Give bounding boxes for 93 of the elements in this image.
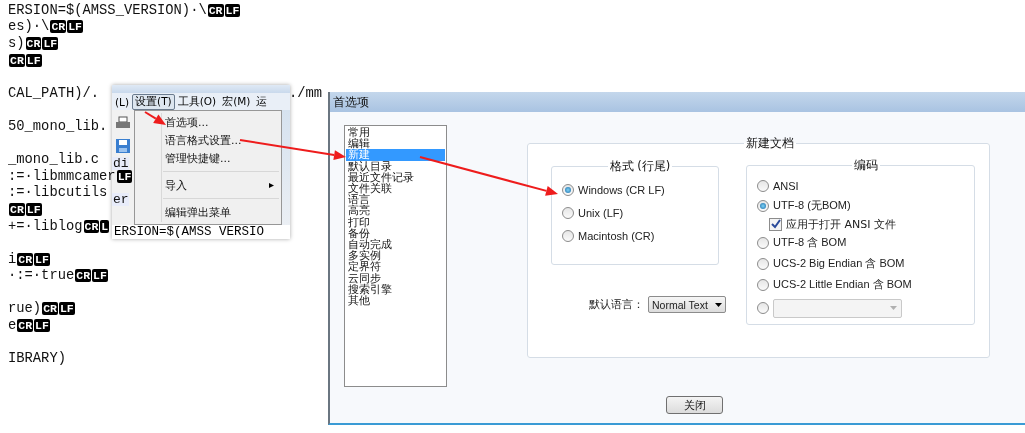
save-icon[interactable] bbox=[115, 138, 131, 154]
line-ending-marker: CR bbox=[42, 302, 58, 316]
line-ending-marker: LF bbox=[25, 53, 42, 67]
line-ending-marker: CR bbox=[83, 219, 100, 233]
category-item[interactable]: 最近文件记录 bbox=[346, 171, 445, 183]
line-ending-marker: CR bbox=[17, 319, 34, 333]
field-label: 默认语言： bbox=[589, 297, 644, 312]
code-text: ERSION=$(AMSS VERSIO bbox=[112, 225, 290, 239]
menu-bar-item[interactable]: 运 bbox=[253, 93, 271, 110]
code-text: +=·liblog bbox=[8, 218, 83, 234]
category-item[interactable]: 备份 bbox=[346, 227, 445, 240]
category-item[interactable]: 其他 bbox=[346, 295, 445, 307]
category-item[interactable]: 语言 bbox=[346, 194, 445, 206]
language-dropdown[interactable]: Normal Text bbox=[648, 296, 726, 313]
line-ending-marker: CR bbox=[9, 202, 25, 216]
category-item[interactable]: 定界符 bbox=[346, 261, 445, 273]
menu-item[interactable]: 导入 bbox=[135, 176, 281, 194]
category-item[interactable]: 多实例 bbox=[346, 250, 445, 262]
checkbox[interactable] bbox=[769, 217, 782, 231]
code-text: :=·libcutils bbox=[8, 185, 108, 201]
code-text: ERSION=$(AMSS_VERSION)·\ bbox=[8, 2, 207, 18]
category-item[interactable]: 打印 bbox=[346, 216, 445, 228]
printer-icon[interactable] bbox=[115, 116, 131, 130]
line-ending-marker: CR bbox=[25, 37, 42, 50]
radio-button[interactable] bbox=[562, 183, 574, 196]
menu-item[interactable]: 首选项... bbox=[135, 113, 281, 131]
line-ending-marker: LF bbox=[67, 20, 84, 34]
line-ending-marker: LF bbox=[42, 37, 59, 50]
radio-button[interactable] bbox=[757, 236, 769, 249]
radio-button[interactable] bbox=[757, 257, 769, 270]
code-text: ./mm bbox=[288, 85, 322, 101]
line-ending-marker: LF bbox=[224, 3, 241, 17]
radio-label: Windows (CR LF) bbox=[578, 183, 665, 196]
dropdown-arrow-icon bbox=[890, 306, 897, 310]
menu-bar-item[interactable]: 工具(O) bbox=[174, 93, 220, 110]
category-item[interactable]: 搜索引擎 bbox=[346, 283, 445, 296]
radio-button[interactable] bbox=[562, 206, 574, 219]
line-ending-marker: LF bbox=[34, 252, 50, 266]
checkbox-label: 应用于打开 ANSI 文件 bbox=[786, 216, 896, 232]
code-text: rue) bbox=[8, 301, 42, 317]
code-text: e bbox=[8, 318, 17, 334]
radio-label: UTF-8 含 BOM bbox=[773, 235, 847, 250]
radio-label: UCS-2 Little Endian 含 BOM bbox=[773, 277, 912, 292]
line-ending-marker: L bbox=[100, 219, 110, 233]
group-title: 格式 (行尾) bbox=[608, 159, 672, 174]
category-item[interactable]: 文件关联 bbox=[346, 183, 445, 195]
group-title: 编码 bbox=[852, 158, 879, 173]
menu-bar-item[interactable]: 宏(M) bbox=[219, 93, 254, 110]
line-ending-marker: LF bbox=[58, 302, 75, 316]
menu-bar-item[interactable]: (L) bbox=[112, 94, 133, 109]
menu-item[interactable]: 语言格式设置... bbox=[135, 131, 281, 149]
menu-bar-item[interactable]: 设置(T) bbox=[132, 93, 175, 110]
radio-button[interactable] bbox=[562, 229, 574, 242]
line-ending-marker: LF bbox=[34, 319, 50, 333]
menu-item[interactable]: 编辑弹出菜单 bbox=[135, 203, 281, 221]
code-text: es)·\ bbox=[8, 19, 50, 35]
line-ending-marker: CR bbox=[17, 252, 34, 266]
code-text: i bbox=[8, 251, 17, 267]
radio-label: Unix (LF) bbox=[578, 206, 624, 219]
code-text: IBRARY) bbox=[8, 351, 66, 367]
radio-label: UCS-2 Big Endian 含 BOM bbox=[773, 256, 905, 271]
close-button[interactable]: 关闭 bbox=[666, 396, 723, 414]
category-item[interactable]: 高亮 bbox=[346, 205, 445, 217]
menu-item[interactable]: 管理快捷键... bbox=[135, 149, 281, 167]
code-text: 50_mono_lib. bbox=[8, 118, 108, 134]
line-ending-marker: CR bbox=[207, 3, 224, 17]
code-text: di bbox=[112, 157, 129, 170]
radio-label: UTF-8 (无BOM) bbox=[773, 198, 851, 213]
line-ending-marker: LF bbox=[25, 202, 42, 216]
pointer-arrow bbox=[144, 111, 166, 125]
code-text: CAL_PATH)/. bbox=[8, 85, 100, 101]
radio-button[interactable] bbox=[757, 199, 769, 212]
code-text: er bbox=[112, 193, 129, 206]
code-text: s) bbox=[8, 36, 25, 51]
submenu-arrow-icon bbox=[268, 181, 275, 189]
line-ending-marker: CR bbox=[75, 269, 92, 283]
radio-label: Macintosh (CR) bbox=[578, 229, 655, 242]
line-ending-marker: CR bbox=[9, 53, 25, 67]
category-item[interactable]: 云同步 bbox=[346, 272, 445, 284]
code-text: _mono_lib.c bbox=[8, 152, 100, 168]
group-title: 新建文档 bbox=[745, 136, 795, 151]
radio-button[interactable] bbox=[757, 180, 769, 192]
radio-label: ANSI bbox=[773, 180, 799, 192]
code-text: ·:=·true bbox=[8, 268, 75, 284]
category-item[interactable]: 自动完成 bbox=[346, 239, 445, 251]
line-ending-marker: CR bbox=[50, 20, 67, 34]
code-text: :=·libmmcamer bbox=[8, 168, 116, 184]
dropdown-arrow-icon bbox=[715, 302, 722, 307]
radio-button[interactable] bbox=[757, 278, 769, 291]
category-item[interactable]: 编辑 bbox=[346, 138, 445, 150]
line-ending-marker: LF bbox=[92, 269, 108, 283]
category-item[interactable]: 默认目录 bbox=[346, 160, 445, 172]
window-title: 首选项 bbox=[330, 92, 1025, 112]
